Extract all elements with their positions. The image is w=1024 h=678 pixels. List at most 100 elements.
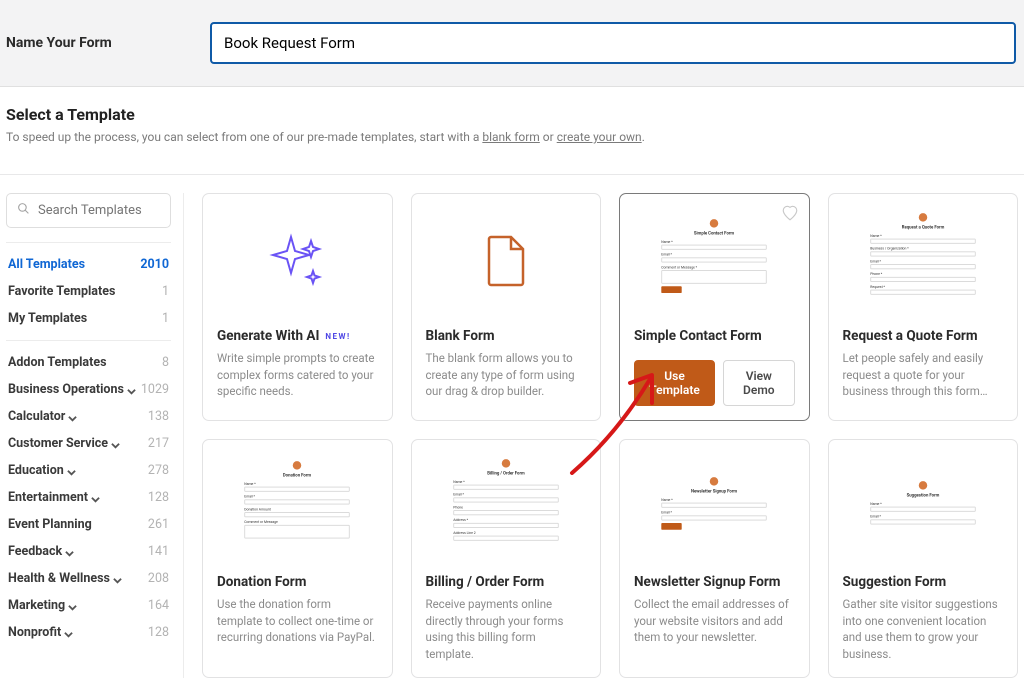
sidebar-item[interactable]: Education278 — [6, 457, 171, 484]
sidebar-item[interactable]: Nonprofit 128 — [6, 619, 171, 646]
sidebar-item[interactable]: Customer Service217 — [6, 430, 171, 457]
form-name-input[interactable] — [210, 22, 1016, 64]
chevron-down-icon — [64, 628, 73, 637]
card-actions: Use TemplateView Demo — [634, 360, 795, 406]
template-title: Newsletter Signup Form — [634, 574, 795, 590]
sidebar-item-count: 8 — [162, 355, 169, 370]
sidebar-item-count: 217 — [148, 436, 169, 451]
template-title: Suggestion Form — [843, 574, 1004, 590]
template-card[interactable]: Suggestion FormName *Email * Suggestion F… — [828, 439, 1019, 678]
sidebar-item[interactable]: Health & Wellness 208 — [6, 565, 171, 592]
heart-icon[interactable] — [781, 204, 799, 222]
chevron-down-icon — [67, 466, 76, 475]
chevron-down-icon — [111, 439, 120, 448]
file-icon — [485, 235, 527, 291]
sidebar-item[interactable]: Marketing 164 — [6, 592, 171, 619]
template-desc: Receive payments online directly through… — [426, 596, 587, 663]
use-template-button[interactable]: Use Template — [634, 360, 715, 406]
template-card[interactable]: Simple Contact FormName *Email *Comment … — [619, 193, 810, 421]
form-preview: Newsletter Signup FormName *Email * — [655, 472, 774, 535]
template-desc: Write simple prompts to create complex f… — [217, 350, 378, 400]
template-thumb: Request a Quote FormName *Business / Org… — [843, 208, 1004, 318]
template-card[interactable]: Donation FormName *Email *Donation Amoun… — [202, 439, 393, 678]
form-preview: Request a Quote FormName *Business / Org… — [863, 208, 982, 302]
sidebar-item-count: 261 — [148, 517, 169, 532]
search-templates-wrap[interactable] — [6, 193, 171, 228]
template-title: Request a Quote Form — [843, 328, 1004, 344]
sidebar-item-count: 164 — [148, 598, 169, 613]
template-title: Simple Contact Form — [634, 328, 795, 344]
sidebar-item-count: 1 — [162, 311, 169, 326]
sidebar-item-label: Nonprofit — [8, 625, 73, 640]
sidebar-item-count: 141 — [148, 544, 169, 559]
sidebar-item[interactable]: Feedback 141 — [6, 538, 171, 565]
form-preview: Simple Contact FormName *Email *Comment … — [655, 214, 774, 298]
select-template-desc: To speed up the process, you can select … — [6, 130, 1018, 144]
blank-form-link[interactable]: blank form — [482, 130, 539, 144]
sidebar-item[interactable]: Addon Templates 8 — [6, 349, 171, 376]
chevron-down-icon — [91, 493, 100, 502]
chevron-down-icon — [113, 574, 122, 583]
template-card[interactable]: Blank Form The blank form allows you to c… — [411, 193, 602, 421]
sidebar-item[interactable]: Entertainment 128 — [6, 484, 171, 511]
template-desc: Gather site visitor suggestions into one… — [843, 596, 1004, 663]
search-input[interactable] — [38, 203, 160, 218]
view-demo-button[interactable]: View Demo — [723, 360, 794, 406]
sidebar-item-label: Education — [8, 463, 76, 478]
template-desc: Use the donation form template to collec… — [217, 596, 378, 646]
sidebar-item-label: Health & Wellness — [8, 571, 122, 586]
template-card[interactable]: Billing / Order FormName *Email *PhoneAd… — [411, 439, 602, 678]
form-preview: Suggestion FormName *Email * — [863, 476, 982, 532]
sidebar-item-count: 1 — [162, 284, 169, 299]
sidebar-item-count: 1029 — [141, 382, 169, 397]
sidebar-item[interactable]: Calculator 138 — [6, 403, 171, 430]
template-desc: Let people safely and easily request a q… — [843, 350, 1004, 400]
template-card[interactable]: Request a Quote FormName *Business / Org… — [828, 193, 1019, 421]
sidebar-item-label: Business Operations — [8, 382, 136, 397]
sidebar-item-count: 208 — [148, 571, 169, 586]
sparkle-icon — [267, 231, 327, 295]
form-preview: Billing / Order FormName *Email *PhoneAd… — [446, 454, 565, 548]
template-desc: The blank form allows you to create any … — [426, 350, 587, 400]
sidebar-item-label: Addon Templates — [8, 355, 107, 370]
sidebar-item-label: Marketing — [8, 598, 77, 613]
sidebar-item-count: 2010 — [140, 257, 169, 272]
sidebar-item-label: Entertainment — [8, 490, 100, 505]
template-subheader: Select a Template To speed up the proces… — [0, 87, 1024, 158]
sidebar-item-count: 138 — [148, 409, 169, 424]
new-badge: NEW! — [325, 332, 350, 341]
sidebar-item[interactable]: Favorite Templates 1 — [6, 278, 171, 305]
form-preview: Donation FormName *Email *Donation Amoun… — [238, 456, 357, 546]
chevron-down-icon — [65, 547, 74, 556]
sidebar-item-label: Event Planning — [8, 517, 92, 532]
sidebar-item[interactable]: All Templates 2010 — [6, 251, 171, 278]
template-thumb: Simple Contact FormName *Email *Comment … — [634, 208, 795, 318]
template-title: Billing / Order Form — [426, 574, 587, 590]
sidebar-item-label: My Templates — [8, 311, 87, 326]
sidebar-item[interactable]: Business Operations 1029 — [6, 376, 171, 403]
sidebar-item-count: 128 — [148, 625, 169, 640]
template-card[interactable]: Newsletter Signup FormName *Email * Newsl… — [619, 439, 810, 678]
template-title: Donation Form — [217, 574, 378, 590]
name-form-bar: Name Your Form — [0, 0, 1024, 87]
create-own-link[interactable]: create your own — [557, 130, 642, 144]
sidebar-item[interactable]: My Templates 1 — [6, 305, 171, 332]
template-desc: Collect the email addresses of your webs… — [634, 596, 795, 646]
sidebar-item-label: Feedback — [8, 544, 74, 559]
template-thumb — [426, 208, 587, 318]
template-thumb: Suggestion FormName *Email * — [843, 454, 1004, 564]
sidebar-item-count: 128 — [148, 490, 169, 505]
search-icon — [17, 202, 30, 219]
template-thumb: Newsletter Signup FormName *Email * — [634, 454, 795, 564]
template-card[interactable]: Generate With AINEW!Write simple prompts… — [202, 193, 393, 421]
template-thumb: Billing / Order FormName *Email *PhoneAd… — [426, 454, 587, 564]
sidebar-item-label: Favorite Templates — [8, 284, 115, 299]
chevron-down-icon — [68, 601, 77, 610]
sidebar-item-label: Calculator — [8, 409, 77, 424]
sidebar-item[interactable]: Event Planning 261 — [6, 511, 171, 538]
template-title: Blank Form — [426, 328, 587, 344]
chevron-down-icon — [127, 385, 136, 394]
name-form-label: Name Your Form — [0, 35, 210, 51]
sidebar-item-label: All Templates — [8, 257, 85, 272]
template-sidebar: All Templates2010Favorite Templates1My T… — [6, 193, 184, 678]
